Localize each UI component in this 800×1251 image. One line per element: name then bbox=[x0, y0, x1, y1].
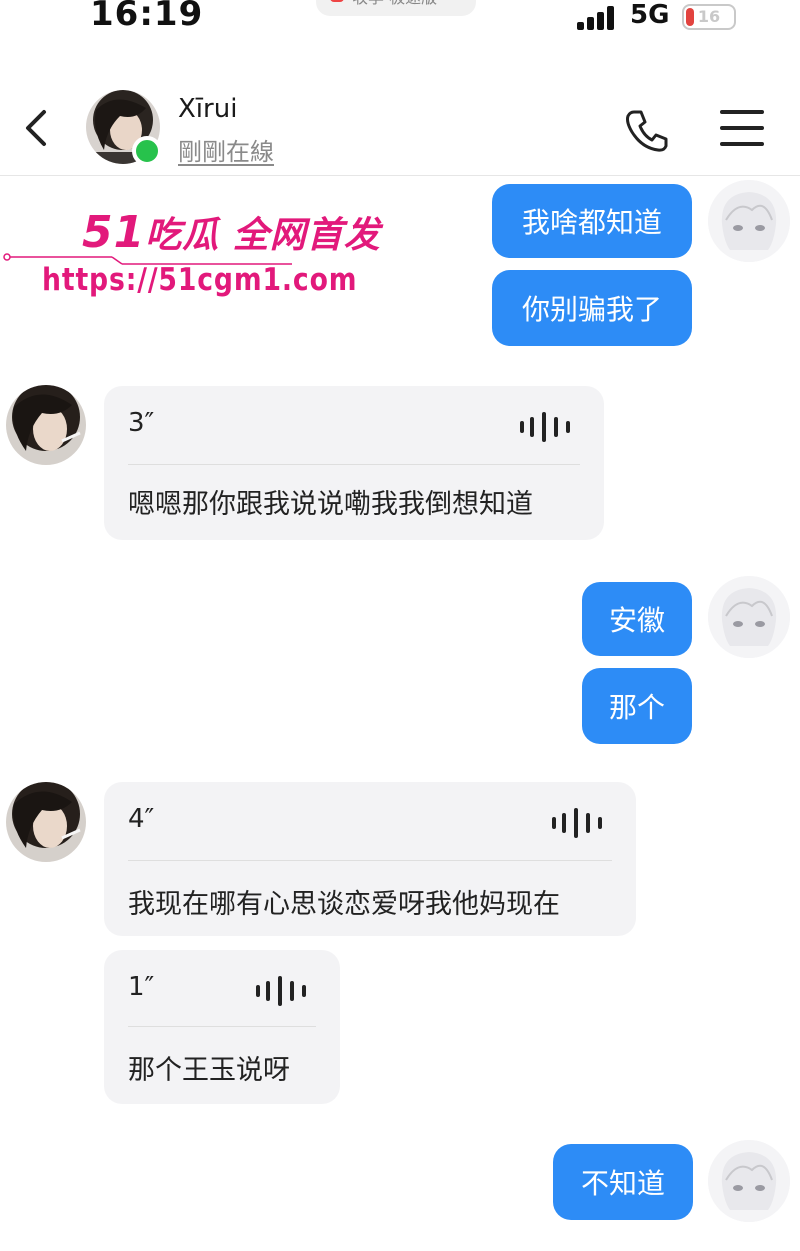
voice-wave-icon[interactable] bbox=[552, 808, 610, 838]
watermark-url: https://51cgm1.com bbox=[42, 262, 358, 298]
my-avatar[interactable] bbox=[708, 1140, 790, 1222]
watermark-text: 吃瓜 全网首发 bbox=[145, 215, 381, 256]
voice-transcript: 嗯嗯那你跟我说说嘞我我倒想知道 bbox=[128, 489, 533, 520]
dynamic-island: 收李 极速版 bbox=[316, 0, 476, 16]
battery-level: 16 bbox=[697, 7, 721, 26]
message-text: 安徽 bbox=[608, 604, 665, 637]
network-type: 5G bbox=[630, 0, 670, 30]
outgoing-message[interactable]: 你别骗我了 bbox=[492, 270, 692, 346]
voice-duration: 4″ bbox=[128, 804, 155, 834]
contact-avatar[interactable] bbox=[6, 385, 86, 465]
watermark-title: 51吃瓜 全网首发 bbox=[82, 206, 381, 258]
my-avatar[interactable] bbox=[708, 180, 790, 262]
message-text: 我啥都知道 bbox=[521, 206, 662, 239]
signal-icon bbox=[577, 6, 621, 30]
app-icon bbox=[330, 0, 344, 2]
voice-wave-icon[interactable] bbox=[256, 976, 314, 1006]
menu-icon[interactable] bbox=[720, 110, 764, 146]
divider bbox=[128, 860, 612, 861]
voice-duration: 3″ bbox=[128, 408, 155, 438]
voice-message[interactable]: 1″ 那个王玉说呀 bbox=[104, 950, 340, 1104]
voice-transcript: 我现在哪有心思谈恋爱呀我他妈现在 bbox=[128, 889, 560, 920]
battery-icon: 16 bbox=[682, 4, 736, 30]
back-icon[interactable] bbox=[22, 108, 52, 148]
voice-message[interactable]: 3″ 嗯嗯那你跟我说说嘞我我倒想知道 bbox=[104, 386, 604, 540]
status-bar: 16:19 收李 极速版 5G 16 bbox=[0, 0, 800, 40]
outgoing-message[interactable]: 安徽 bbox=[582, 582, 692, 656]
phone-icon[interactable] bbox=[624, 108, 670, 154]
contact-name[interactable]: Xīrui bbox=[178, 94, 237, 124]
message-text: 那个 bbox=[608, 691, 665, 724]
my-avatar[interactable] bbox=[708, 576, 790, 658]
divider bbox=[128, 1026, 316, 1027]
message-text: 不知道 bbox=[580, 1167, 665, 1200]
online-indicator bbox=[132, 136, 162, 166]
voice-duration: 1″ bbox=[128, 972, 155, 1002]
voice-transcript: 那个王玉说呀 bbox=[128, 1055, 290, 1086]
chat-header: Xīrui 剛剛在線 bbox=[0, 80, 800, 176]
island-text: 收李 极速版 bbox=[352, 0, 437, 8]
divider bbox=[128, 464, 580, 465]
voice-wave-icon[interactable] bbox=[520, 412, 578, 442]
outgoing-message[interactable]: 那个 bbox=[582, 668, 692, 744]
contact-avatar[interactable] bbox=[6, 782, 86, 862]
outgoing-message[interactable]: 不知道 bbox=[553, 1144, 693, 1220]
message-text: 你别骗我了 bbox=[521, 293, 662, 326]
watermark-number: 51 bbox=[82, 207, 146, 258]
contact-status: 剛剛在線 bbox=[178, 138, 274, 166]
status-time: 16:19 bbox=[90, 0, 204, 34]
outgoing-message[interactable]: 我啥都知道 bbox=[492, 184, 692, 258]
voice-message[interactable]: 4″ 我现在哪有心思谈恋爱呀我他妈现在 bbox=[104, 782, 636, 936]
